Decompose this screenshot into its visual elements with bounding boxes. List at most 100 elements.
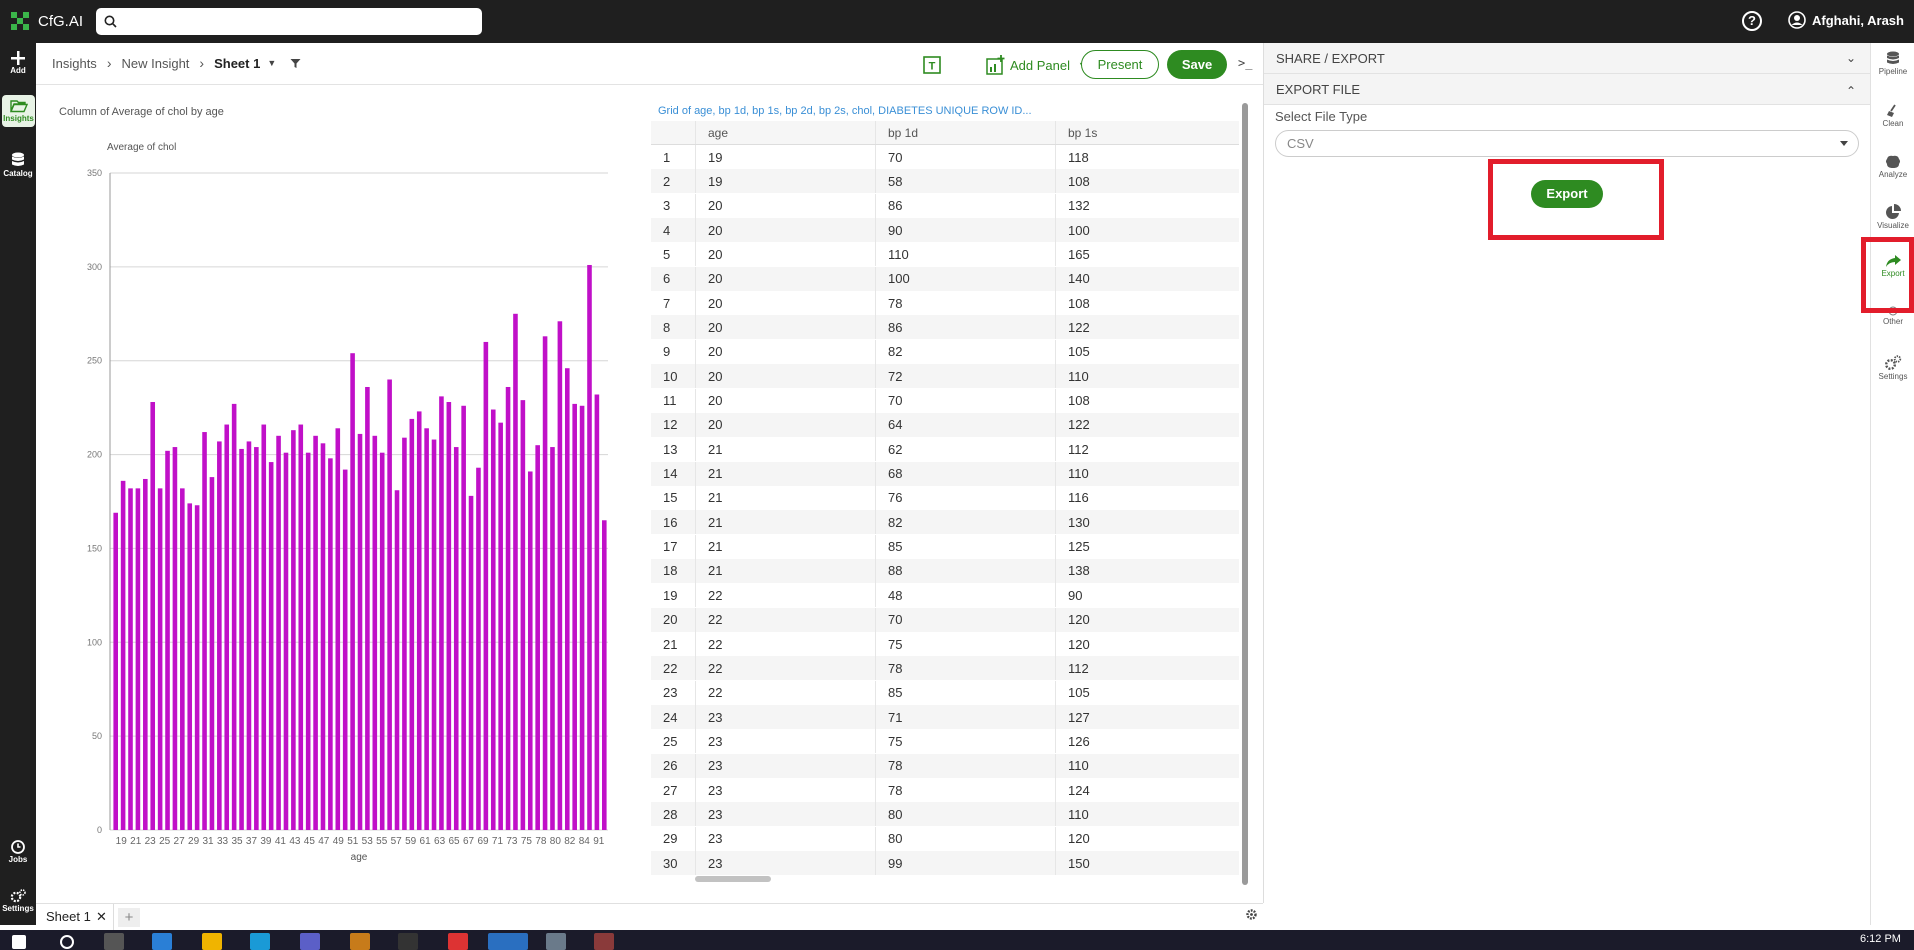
chart-bar[interactable] bbox=[305, 452, 311, 830]
close-icon[interactable]: ✕ bbox=[96, 904, 107, 930]
table-cell[interactable]: 23 bbox=[696, 851, 876, 876]
table-cell[interactable]: 64 bbox=[876, 412, 1056, 437]
breadcrumb-sheet[interactable]: Sheet 1 bbox=[214, 56, 260, 71]
chart-bar[interactable] bbox=[187, 503, 193, 830]
chart-bar[interactable] bbox=[254, 447, 259, 830]
table-cell[interactable]: 116 bbox=[1056, 486, 1239, 510]
table-cell[interactable]: 82 bbox=[876, 339, 1056, 364]
sheet-tab[interactable]: Sheet 1 ✕ bbox=[36, 904, 114, 931]
table-cell[interactable]: 71 bbox=[876, 705, 1056, 730]
table-cell[interactable]: 86 bbox=[876, 193, 1056, 218]
table-cell[interactable]: 75 bbox=[876, 632, 1056, 656]
table-row[interactable]: 5 20 110 165 bbox=[651, 242, 1239, 267]
chart-bar[interactable] bbox=[535, 445, 540, 830]
table-cell[interactable]: 124 bbox=[1056, 778, 1239, 802]
table-cell[interactable]: 120 bbox=[1056, 608, 1239, 632]
share-export-header[interactable]: SHARE / EXPORT ⌄ bbox=[1264, 43, 1870, 74]
table-cell[interactable]: 122 bbox=[1056, 413, 1239, 437]
app-logo[interactable]: CfG.AI bbox=[10, 11, 83, 31]
caret-down-icon[interactable]: ▼ bbox=[267, 58, 276, 68]
grid-horizontal-scrollbar[interactable] bbox=[695, 876, 771, 882]
table-cell[interactable]: 78 bbox=[876, 656, 1056, 681]
gear-icon[interactable] bbox=[1245, 908, 1258, 921]
table-cell[interactable]: 21 bbox=[696, 558, 876, 583]
teams-icon[interactable] bbox=[300, 933, 320, 950]
chart-bar[interactable] bbox=[402, 437, 407, 830]
table-row[interactable]: 14 21 68 110 bbox=[651, 461, 1239, 486]
present-button[interactable]: Present bbox=[1081, 50, 1159, 79]
table-row[interactable]: 19 22 48 90 bbox=[651, 583, 1239, 608]
terminal-icon[interactable] bbox=[398, 933, 418, 950]
help-icon[interactable]: ? bbox=[1742, 11, 1762, 31]
app-icon[interactable] bbox=[546, 933, 566, 950]
table-cell[interactable]: 118 bbox=[1056, 145, 1239, 169]
table-cell[interactable]: 23 bbox=[696, 802, 876, 827]
table-cell[interactable]: 99 bbox=[876, 851, 1056, 876]
table-cell[interactable]: 108 bbox=[1056, 291, 1239, 315]
table-cell[interactable]: 22 bbox=[696, 607, 876, 632]
table-cell[interactable]: 85 bbox=[876, 680, 1056, 705]
nav-catalog[interactable]: Catalog bbox=[0, 152, 36, 178]
chart-bar[interactable] bbox=[468, 495, 474, 830]
table-cell[interactable]: 100 bbox=[1056, 218, 1239, 242]
chart-bar[interactable] bbox=[527, 471, 533, 830]
chart-bar[interactable] bbox=[231, 403, 237, 830]
table-cell[interactable]: 23 bbox=[696, 753, 876, 778]
table-cell[interactable]: 126 bbox=[1056, 729, 1239, 753]
table-cell[interactable]: 22 bbox=[696, 656, 876, 681]
table-cell[interactable]: 20 bbox=[696, 218, 876, 243]
table-cell[interactable]: 130 bbox=[1056, 510, 1239, 534]
nav-insights[interactable]: Insights bbox=[2, 95, 35, 127]
chart-bar[interactable] bbox=[143, 478, 148, 830]
rnav-pipeline[interactable]: Pipeline bbox=[1871, 51, 1914, 76]
chart-bar[interactable] bbox=[409, 418, 415, 830]
add-sheet-button[interactable]: + bbox=[118, 908, 140, 927]
table-cell[interactable]: 21 bbox=[696, 437, 876, 462]
table-cell[interactable]: 122 bbox=[1056, 315, 1239, 339]
chart-bar[interactable] bbox=[261, 424, 267, 830]
table-cell[interactable]: 90 bbox=[1056, 583, 1239, 607]
chart-bar[interactable] bbox=[594, 394, 600, 831]
chart-bar[interactable] bbox=[298, 424, 304, 830]
chart-bar[interactable] bbox=[520, 400, 526, 830]
table-cell[interactable]: 62 bbox=[876, 437, 1056, 462]
table-row[interactable]: 24 23 71 127 bbox=[651, 705, 1239, 730]
chart-bar[interactable] bbox=[291, 430, 296, 830]
chart-bar[interactable] bbox=[276, 435, 281, 830]
chart-bar[interactable] bbox=[498, 422, 503, 830]
grid-header-cell[interactable]: age bbox=[696, 121, 876, 144]
table-cell[interactable]: 70 bbox=[876, 388, 1056, 413]
chart-bar[interactable] bbox=[416, 411, 422, 830]
table-cell[interactable]: 138 bbox=[1056, 559, 1239, 583]
table-cell[interactable]: 22 bbox=[696, 632, 876, 656]
chart-bar[interactable] bbox=[202, 432, 207, 830]
table-row[interactable]: 3 20 86 132 bbox=[651, 193, 1239, 218]
table-cell[interactable]: 108 bbox=[1056, 169, 1239, 193]
chart-bar[interactable] bbox=[350, 353, 355, 830]
table-cell[interactable]: 125 bbox=[1056, 535, 1239, 559]
chart-bar[interactable] bbox=[542, 336, 548, 830]
save-button[interactable]: Save bbox=[1167, 50, 1227, 79]
table-cell[interactable]: 21 bbox=[696, 461, 876, 486]
table-cell[interactable]: 110 bbox=[1056, 364, 1239, 388]
chart-bar[interactable] bbox=[483, 341, 489, 830]
chart-bar[interactable] bbox=[394, 490, 400, 830]
data-grid[interactable]: age bp 1d bp 1s 1 19 70 118 2 19 58 108 3 20 86 132… bbox=[651, 121, 1239, 877]
chart-bar[interactable] bbox=[424, 428, 429, 830]
chart-bar[interactable] bbox=[165, 450, 170, 830]
chart-bar[interactable] bbox=[490, 409, 496, 830]
search-icon[interactable] bbox=[60, 935, 74, 949]
table-cell[interactable]: 23 bbox=[696, 826, 876, 851]
table-row[interactable]: 30 23 99 150 bbox=[651, 851, 1239, 876]
windows-start-icon[interactable] bbox=[12, 935, 26, 949]
nav-settings[interactable]: Settings bbox=[0, 889, 36, 913]
vscode-icon[interactable] bbox=[152, 933, 172, 950]
table-cell[interactable]: 20 bbox=[696, 242, 876, 267]
nav-add[interactable]: Add bbox=[0, 51, 36, 75]
table-cell[interactable]: 86 bbox=[876, 315, 1056, 340]
table-cell[interactable]: 20 bbox=[696, 364, 876, 389]
table-row[interactable]: 29 23 80 120 bbox=[651, 826, 1239, 851]
table-row[interactable]: 27 23 78 124 bbox=[651, 778, 1239, 803]
add-panel-button[interactable]: Add Panel ▼ bbox=[986, 55, 1087, 75]
chart-bar[interactable] bbox=[180, 488, 185, 830]
